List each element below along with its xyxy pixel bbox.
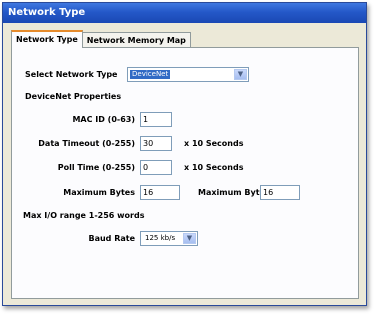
mac-id-label: MAC ID (0-63) [72, 115, 135, 124]
tab-panel: Select Network Type DeviceNet ▼ DeviceNe… [11, 47, 359, 299]
baud-rate-label: Baud Rate [88, 234, 135, 243]
data-timeout-label: Data Timeout (0-255) [38, 139, 135, 148]
chevron-down-icon[interactable]: ▼ [234, 69, 247, 80]
select-network-type-label: Select Network Type [25, 70, 118, 79]
tab-network-type[interactable]: Network Type [11, 30, 83, 48]
network-type-select[interactable]: DeviceNet ▼ [127, 67, 249, 82]
data-timeout-field[interactable]: 30 [140, 136, 172, 151]
baud-rate-select[interactable]: 125 kb/s ▼ [140, 231, 198, 246]
poll-time-label: Poll Time (0-255) [57, 163, 135, 172]
tab-strip: Network Type Network Memory Map [11, 30, 191, 48]
tab-network-memory-map[interactable]: Network Memory Map [81, 32, 191, 48]
poll-time-field[interactable]: 0 [140, 160, 172, 175]
maximum-bytes-label: Maximum Bytes [63, 188, 135, 197]
chevron-down-icon[interactable]: ▼ [183, 233, 196, 244]
data-timeout-unit: x 10 Seconds [184, 139, 244, 148]
network-type-window: Network Type Network Type Network Memory… [2, 2, 367, 306]
mac-id-field[interactable]: 1 [140, 112, 172, 127]
max-io-range-note: Max I/O range 1-256 words [23, 211, 145, 220]
maximum-bytes-label-2: Maximum Bytes [198, 188, 270, 197]
maximum-bytes-field-2[interactable]: 16 [260, 185, 300, 200]
poll-time-unit: x 10 Seconds [184, 163, 244, 172]
window-title: Network Type [3, 3, 366, 23]
maximum-bytes-field[interactable]: 16 [140, 185, 180, 200]
network-type-select-value: DeviceNet [130, 70, 171, 79]
baud-rate-select-value: 125 kb/s [145, 234, 176, 242]
devicenet-properties-heading: DeviceNet Properties [25, 92, 122, 101]
